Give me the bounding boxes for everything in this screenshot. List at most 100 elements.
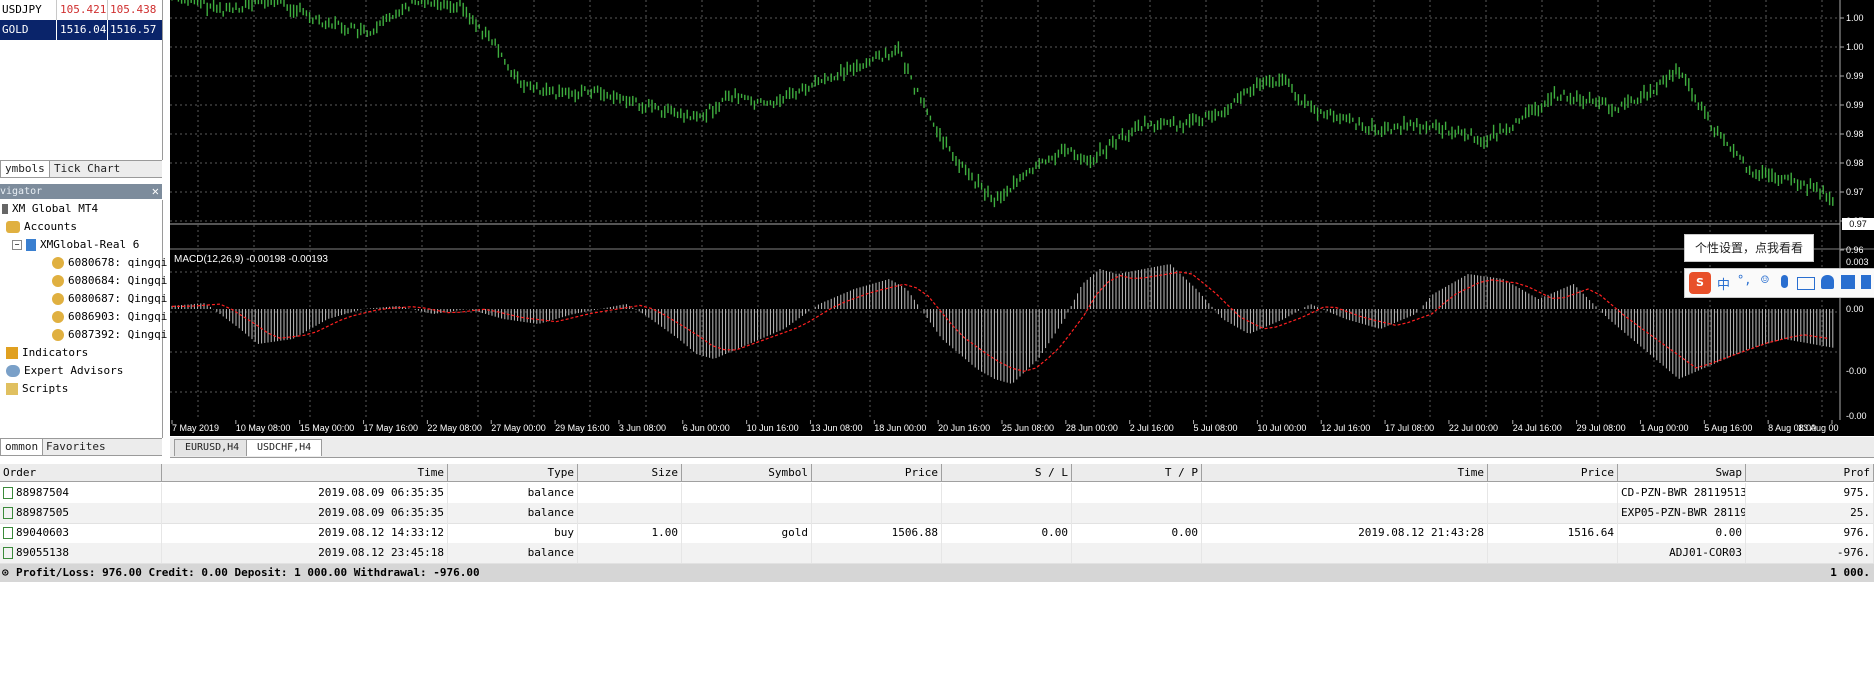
macd-tick-label: 0.00 [1846,304,1864,314]
cell-time: 2019.08.12 23:45:18 [162,543,448,563]
balance-icon [3,547,13,559]
ask-price: 1516.57 [110,23,157,36]
summary-total: 1 000. [1830,566,1870,579]
current-price-label: 0.97 [1849,219,1867,229]
col-swap[interactable]: Swap [1618,464,1746,481]
collapse-icon[interactable]: − [12,240,22,250]
chart-canvas[interactable]: MACD(12,26,9) -0.00198 -0.00193 1.00 1.00… [170,0,1874,436]
cell-order: 89040603 [0,523,162,543]
nav-account-item[interactable]: 6080687: Qingqi [52,290,167,308]
nav-root[interactable]: XM Global MT4 [2,200,98,218]
chart-tab-eurusd[interactable]: EURUSD,H4 [174,439,251,456]
price-chart[interactable]: MACD(12,26,9) -0.00198 -0.00193 1.00 1.00… [170,0,1874,436]
time-tick-label: 27 May 00:00 [491,423,546,433]
tab-symbols[interactable]: ymbols [0,161,50,178]
cell-profit: 976. [1746,523,1874,543]
cell-sl [942,503,1072,523]
bid-price: 1516.04 [60,23,107,36]
time-tick-label: 3 Jun 08:00 [619,423,666,433]
cell-type: balance [448,503,578,523]
cell-tp [1072,503,1202,523]
cell-close-price: 1516.64 [1488,523,1618,543]
nav-scripts[interactable]: Scripts [6,380,68,398]
market-row-usdjpy[interactable]: USDJPY 105.421 105.438 [0,0,162,20]
col-order[interactable]: Order [0,464,162,481]
time-tick-label: 17 Jul 08:00 [1385,423,1434,433]
ime-toolbar[interactable]: S 中 °, ☺ [1684,268,1874,298]
cell-size [578,503,682,523]
close-icon[interactable]: ✕ [152,184,159,199]
col-close-time[interactable]: Time [1202,464,1488,481]
cell-price [812,543,942,563]
balance-icon [3,487,13,499]
time-tick-label: 29 May 16:00 [555,423,610,433]
skin-icon[interactable] [1841,275,1855,289]
time-tick-label: 6 Jun 00:00 [683,423,730,433]
emoji-icon[interactable]: ☺ [1761,273,1769,288]
time-tick-label: 15 May 00:00 [300,423,355,433]
nav-server[interactable]: − XMGlobal-Real 6 [12,236,139,254]
toolbox-icon[interactable] [1861,275,1871,289]
time-tick-label: 28 Jun 00:00 [1066,423,1118,433]
ime-mode[interactable]: 中 [1717,274,1730,293]
cell-close-price [1488,503,1618,523]
microphone-icon[interactable] [1781,275,1788,288]
table-row[interactable]: 89055138 2019.08.12 23:45:18 balance ADJ01-… [0,543,1874,564]
time-tick-label: 10 Jun 16:00 [747,423,799,433]
terminal-icon [2,204,8,214]
col-size[interactable]: Size [578,464,682,481]
cell-swap: 0.00 [1618,523,1746,543]
cell-order: 88987505 [0,503,162,523]
time-tick-label: 22 Jul 00:00 [1449,423,1498,433]
keyboard-icon[interactable] [1797,277,1815,290]
col-symbol[interactable]: Symbol [682,464,812,481]
nav-accounts[interactable]: Accounts [6,218,77,236]
experts-icon [6,365,20,377]
punctuation-icon[interactable]: °, [1737,273,1751,287]
navigator-tabs: ommon Favorites [0,438,162,456]
table-header: Order Time Type Size Symbol Price S / L … [0,464,1874,482]
nav-account-item[interactable]: 6086903: Qingqi [52,308,167,326]
col-price[interactable]: Price [812,464,942,481]
sogou-logo-icon[interactable]: S [1689,272,1711,294]
nav-expert-advisors[interactable]: Expert Advisors [6,362,123,380]
market-row-gold[interactable]: GOLD 1516.04 1516.57 [0,20,162,40]
table-row[interactable]: 89040603 2019.08.12 14:33:12 buy 1.00 gold 15… [0,523,1874,544]
nav-account-item[interactable]: 6080684: Qingqi [52,272,167,290]
summary-bar: ⊙ Profit/Loss: 976.00 Credit: 0.00 Depos… [0,564,1874,582]
cell-type: balance [448,483,578,503]
nav-account-item[interactable]: 6087392: Qingqi [52,326,167,344]
cell-close-time: 2019.08.12 21:43:28 [1202,523,1488,543]
order-number: 88987505 [16,506,69,519]
time-tick-label: 13 Jun 08:00 [810,423,862,433]
col-sl[interactable]: S / L [942,464,1072,481]
col-profit[interactable]: Prof [1746,464,1874,481]
chart-tabs: EURUSD,H4 USDCHF,H4 [170,437,1874,458]
market-watch-tabs: ymbols Tick Chart [0,160,162,178]
col-type[interactable]: Type [448,464,578,481]
cell-time: 2019.08.09 06:35:35 [162,503,448,523]
nav-account-item[interactable]: 6080678: qingqi [52,254,167,272]
cell-symbol [682,503,812,523]
trade-icon [3,527,13,539]
table-row[interactable]: 88987505 2019.08.09 06:35:35 balance EXP05-… [0,503,1874,524]
user-icon[interactable] [1821,275,1834,289]
tab-favorites[interactable]: Favorites [42,439,110,455]
cell-swap: ADJ01-COR03 [1618,543,1746,563]
cell-swap: EXP05-PZN-BWR 28119513 [1618,503,1746,523]
time-tick-label: 18 Jun 00:00 [874,423,926,433]
cell-symbol: gold [682,523,812,543]
cell-size [578,483,682,503]
time-tick-label: 10 May 08:00 [236,423,291,433]
tab-common[interactable]: ommon [0,439,44,456]
symbol-name: GOLD [2,23,29,36]
col-time[interactable]: Time [162,464,448,481]
tab-tick-chart[interactable]: Tick Chart [50,161,124,177]
cell-time: 2019.08.12 14:33:12 [162,523,448,543]
time-tick-label: 10 Jul 00:00 [1257,423,1306,433]
nav-indicators[interactable]: Indicators [6,344,88,362]
chart-tab-usdchf[interactable]: USDCHF,H4 [246,439,323,456]
col-tp[interactable]: T / P [1072,464,1202,481]
col-close-price[interactable]: Price [1488,464,1618,481]
table-row[interactable]: 88987504 2019.08.09 06:35:35 balance CD-PZN… [0,483,1874,504]
